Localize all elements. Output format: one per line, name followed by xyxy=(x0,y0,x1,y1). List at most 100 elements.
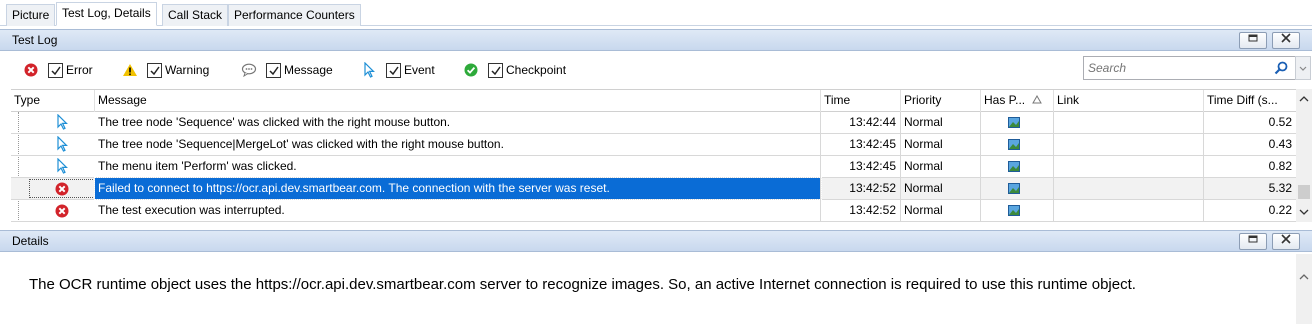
search-icon[interactable] xyxy=(1274,61,1288,78)
restore-button[interactable] xyxy=(1239,32,1267,49)
close-icon xyxy=(1281,234,1291,244)
tab-test-log-details[interactable]: Test Log, Details xyxy=(56,2,157,26)
time-cell: 13:42:45 xyxy=(821,156,901,177)
search-input[interactable] xyxy=(1084,57,1264,79)
details-restore-button[interactable] xyxy=(1239,233,1267,250)
message-cell: Failed to connect to https://ocr.api.dev… xyxy=(94,177,822,200)
column-header-has-picture-label: Has P... xyxy=(984,93,1026,107)
time-diff-cell: 0.52 xyxy=(1268,115,1292,129)
time-diff-cell: 0.82 xyxy=(1268,159,1292,173)
checkpoint-checkbox[interactable] xyxy=(488,62,503,78)
tab-bar: Picture Test Log, Details Call Stack Per… xyxy=(0,0,1312,26)
restore-icon xyxy=(1248,235,1258,243)
close-button[interactable] xyxy=(1272,32,1300,49)
picture-icon[interactable] xyxy=(1008,117,1020,128)
column-header-type[interactable]: Type xyxy=(11,90,95,112)
time-cell: 13:42:52 xyxy=(821,200,901,221)
picture-icon[interactable] xyxy=(1008,205,1020,216)
filter-warning[interactable]: Warning xyxy=(121,61,209,79)
has-picture-cell xyxy=(981,134,1054,155)
details-text: The OCR runtime object uses the https://… xyxy=(29,276,1136,293)
picture-icon[interactable] xyxy=(1008,183,1020,194)
has-picture-cell xyxy=(981,112,1054,133)
event-icon xyxy=(57,114,68,130)
error-icon xyxy=(22,62,40,78)
column-header-message[interactable]: Message xyxy=(95,90,821,112)
search-dropdown-button[interactable] xyxy=(1295,56,1311,80)
table-row[interactable]: The menu item 'Perform' was clicked. 13:… xyxy=(11,156,1296,178)
details-header: Details xyxy=(0,230,1312,252)
priority-cell: Normal xyxy=(901,156,981,177)
type-cell xyxy=(11,112,95,133)
table-row[interactable]: The tree node 'Sequence|MergeLot' was cl… xyxy=(11,134,1296,156)
filter-checkpoint[interactable]: Checkpoint xyxy=(462,61,566,79)
column-header-time-diff[interactable]: Time Diff (s... xyxy=(1204,90,1296,112)
test-log-title: Test Log xyxy=(12,33,58,47)
priority-cell: Normal xyxy=(901,112,981,133)
column-header-priority[interactable]: Priority xyxy=(901,90,981,112)
scroll-up-icon[interactable] xyxy=(1296,270,1312,284)
table-row-selected[interactable]: Failed to connect to https://ocr.api.dev… xyxy=(11,177,1296,200)
tab-picture[interactable]: Picture xyxy=(6,4,56,26)
time-cell: 13:42:52 xyxy=(821,178,901,199)
table-row[interactable]: The tree node 'Sequence' was clicked wit… xyxy=(11,112,1296,134)
message-cell: The test execution was interrupted. xyxy=(95,200,821,221)
link-cell[interactable] xyxy=(1054,112,1204,133)
time-diff-cell: 0.22 xyxy=(1268,203,1292,217)
filter-error-label: Error xyxy=(66,63,93,77)
sort-ascending-icon xyxy=(1032,94,1043,104)
type-cell xyxy=(11,178,95,199)
scroll-up-icon[interactable] xyxy=(1296,92,1312,106)
error-icon xyxy=(55,204,69,218)
filter-checkpoint-label: Checkpoint xyxy=(506,63,567,77)
warning-icon xyxy=(121,62,139,78)
has-picture-cell xyxy=(981,178,1054,199)
scroll-down-icon[interactable] xyxy=(1296,205,1312,219)
has-picture-cell xyxy=(981,156,1054,177)
has-picture-cell xyxy=(981,200,1054,221)
filter-message[interactable]: Message xyxy=(240,61,333,79)
picture-icon[interactable] xyxy=(1008,161,1020,172)
column-header-time[interactable]: Time xyxy=(821,90,901,112)
details-close-button[interactable] xyxy=(1272,233,1300,250)
link-cell[interactable] xyxy=(1054,134,1204,155)
type-cell xyxy=(11,134,95,155)
chevron-down-icon xyxy=(1299,66,1307,71)
filter-event-label: Event xyxy=(404,63,435,77)
grid-header: Type Message Time Priority Has P... Link… xyxy=(11,90,1296,112)
details-scrollbar[interactable] xyxy=(1296,254,1312,324)
column-header-has-picture[interactable]: Has P... xyxy=(981,90,1054,112)
filter-error[interactable]: Error xyxy=(22,61,93,79)
table-row[interactable]: The test execution was interrupted. 13:4… xyxy=(11,200,1296,222)
error-checkbox[interactable] xyxy=(48,62,63,78)
time-cell: 13:42:44 xyxy=(821,112,901,133)
warning-checkbox[interactable] xyxy=(147,62,162,78)
details-panel: The OCR runtime object uses the https://… xyxy=(0,254,1296,324)
message-checkbox[interactable] xyxy=(266,62,281,78)
link-cell[interactable] xyxy=(1054,178,1204,199)
message-icon xyxy=(240,62,258,78)
tab-call-stack[interactable]: Call Stack xyxy=(162,4,229,26)
error-icon xyxy=(55,182,69,196)
event-checkbox[interactable] xyxy=(386,62,401,78)
scrollbar-thumb[interactable] xyxy=(1298,185,1310,199)
close-icon xyxy=(1281,33,1291,43)
grid-scrollbar[interactable] xyxy=(1296,89,1312,222)
filter-event[interactable]: Event xyxy=(360,61,435,79)
tab-performance-counters[interactable]: Performance Counters xyxy=(228,4,361,26)
message-cell: The tree node 'Sequence' was clicked wit… xyxy=(95,112,821,133)
time-cell: 13:42:45 xyxy=(821,134,901,155)
event-icon xyxy=(360,62,378,78)
priority-cell: Normal xyxy=(901,200,981,221)
event-icon xyxy=(57,158,68,174)
link-cell[interactable] xyxy=(1054,200,1204,221)
message-cell: The tree node 'Sequence|MergeLot' was cl… xyxy=(95,134,821,155)
priority-cell: Normal xyxy=(901,178,981,199)
link-cell[interactable] xyxy=(1054,156,1204,177)
test-log-header: Test Log xyxy=(0,29,1312,51)
event-icon xyxy=(57,136,68,152)
time-diff-cell: 0.43 xyxy=(1268,137,1292,151)
column-header-link[interactable]: Link xyxy=(1054,90,1204,112)
picture-icon[interactable] xyxy=(1008,139,1020,150)
message-cell: The menu item 'Perform' was clicked. xyxy=(95,156,821,177)
